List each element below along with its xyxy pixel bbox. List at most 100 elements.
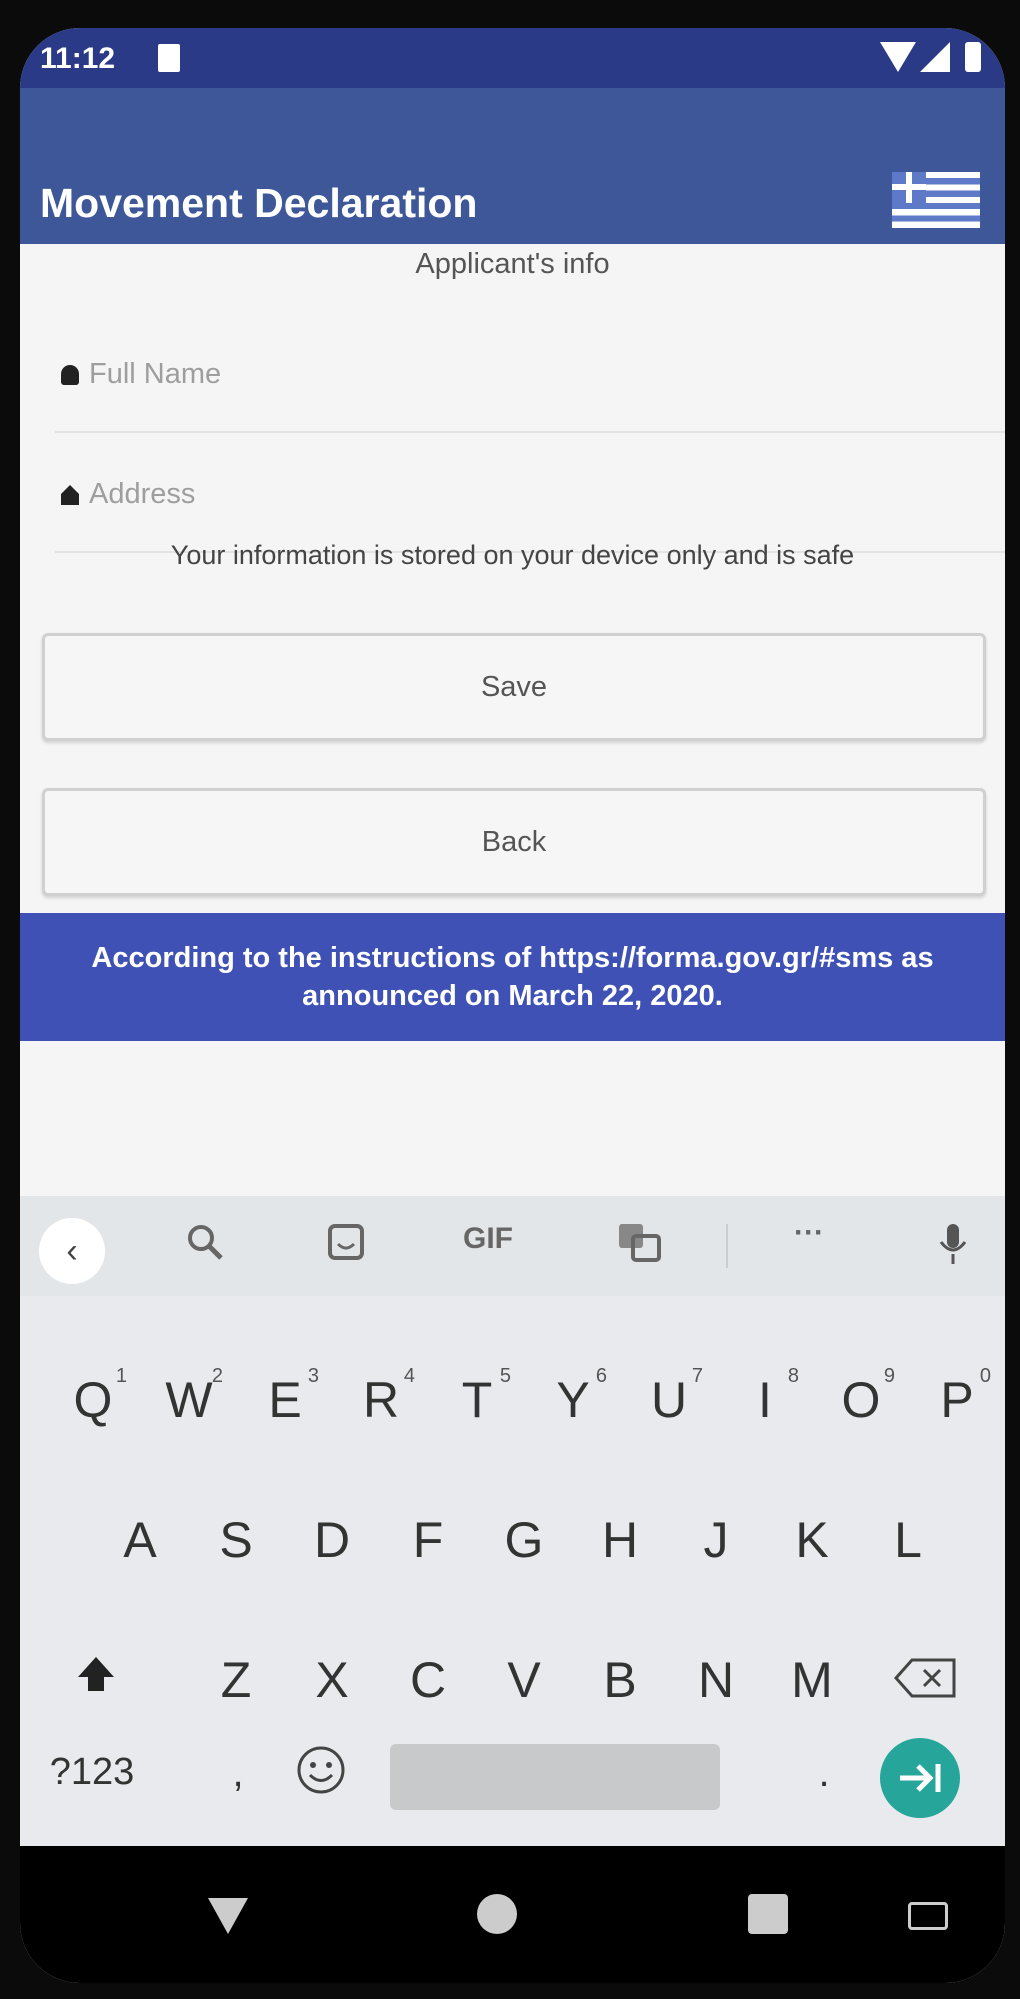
address-field[interactable] — [55, 433, 1005, 553]
key-d[interactable]: D — [296, 1511, 368, 1569]
key-y[interactable]: Y6 — [537, 1365, 609, 1429]
key-number-hint: 6 — [595, 1365, 607, 1387]
key-label: K — [795, 1512, 829, 1568]
address-input[interactable] — [87, 471, 971, 517]
key-w[interactable]: W2 — [153, 1365, 225, 1429]
app-bar: Movement Declaration — [20, 88, 1005, 244]
key-number-hint: 2 — [211, 1365, 223, 1387]
key-label: V — [507, 1652, 541, 1708]
navigation-bar — [20, 1846, 1005, 1983]
key-label: R — [362, 1372, 400, 1428]
key-number-hint: 3 — [307, 1365, 319, 1387]
full-name-input[interactable] — [87, 351, 971, 397]
key-g[interactable]: G — [488, 1511, 560, 1569]
key-t[interactable]: T5 — [441, 1365, 513, 1429]
key-u[interactable]: U7 — [633, 1365, 705, 1429]
key-label: E — [268, 1372, 302, 1428]
period-key[interactable]: . — [788, 1751, 860, 1796]
signal-icon — [920, 42, 950, 72]
microphone-icon[interactable] — [938, 1222, 968, 1274]
key-j[interactable]: J — [680, 1511, 752, 1569]
key-label: D — [313, 1512, 351, 1568]
key-h[interactable]: H — [584, 1511, 656, 1569]
key-label: Q — [73, 1372, 113, 1428]
key-number-hint: 5 — [499, 1365, 511, 1387]
key-b[interactable]: B — [584, 1651, 656, 1709]
key-number-hint: 4 — [403, 1365, 415, 1387]
key-label: O — [841, 1372, 881, 1428]
key-label: Z — [220, 1652, 252, 1708]
key-label: Y — [556, 1372, 590, 1428]
key-label: S — [219, 1512, 253, 1568]
recents-nav-icon[interactable] — [748, 1894, 788, 1934]
key-k[interactable]: K — [776, 1511, 848, 1569]
chevron-left-icon[interactable]: ‹ — [39, 1218, 105, 1284]
translate-icon[interactable] — [617, 1222, 661, 1270]
keyboard: ‹ GIF ··· Q1W2E3R4T5Y6U7I8O9P0 ASDFGHJKL… — [20, 1196, 1005, 1846]
section-title: Applicant's info — [415, 248, 610, 280]
save-button[interactable]: Save — [42, 633, 986, 741]
key-label: M — [791, 1652, 833, 1708]
banner-text: According to the instructions of https:/… — [91, 942, 934, 1012]
keyboard-switch-icon[interactable] — [908, 1902, 948, 1930]
key-label: W — [165, 1372, 213, 1428]
home-nav-icon[interactable] — [477, 1894, 517, 1934]
key-v[interactable]: V — [488, 1651, 560, 1709]
app-title: Movement Declaration — [40, 180, 478, 226]
battery-icon — [965, 42, 981, 72]
key-label: H — [601, 1512, 639, 1568]
key-e[interactable]: E3 — [249, 1365, 321, 1429]
sticker-icon[interactable] — [326, 1222, 366, 1270]
comma-key[interactable]: , — [202, 1751, 274, 1796]
symbols-key[interactable]: ?123 — [42, 1751, 142, 1794]
key-p[interactable]: P0 — [921, 1365, 993, 1429]
key-number-hint: 0 — [979, 1365, 991, 1387]
key-z[interactable]: Z — [200, 1651, 272, 1709]
key-number-hint: 9 — [883, 1365, 895, 1387]
key-number-hint: 7 — [691, 1365, 703, 1387]
gif-button[interactable]: GIF — [463, 1222, 513, 1256]
key-i[interactable]: I8 — [729, 1365, 801, 1429]
greek-flag-icon[interactable] — [892, 172, 980, 228]
key-label: C — [409, 1652, 447, 1708]
key-label: G — [504, 1512, 544, 1568]
home-icon — [61, 485, 79, 505]
key-x[interactable]: X — [296, 1651, 368, 1709]
sd-card-icon — [158, 44, 180, 72]
key-n[interactable]: N — [680, 1651, 752, 1709]
key-l[interactable]: L — [872, 1511, 944, 1569]
key-label: T — [461, 1372, 493, 1428]
person-icon — [61, 365, 79, 385]
back-button[interactable]: Back — [42, 788, 986, 896]
key-number-hint: 1 — [115, 1365, 127, 1387]
back-nav-icon[interactable] — [208, 1898, 248, 1934]
key-f[interactable]: F — [392, 1511, 464, 1569]
space-bar[interactable] — [390, 1744, 720, 1810]
key-label: A — [123, 1512, 157, 1568]
more-options-icon[interactable]: ··· — [794, 1216, 824, 1250]
shift-key[interactable] — [60, 1651, 132, 1709]
key-s[interactable]: S — [200, 1511, 272, 1569]
enter-key[interactable] — [880, 1738, 960, 1818]
search-icon[interactable] — [185, 1222, 225, 1270]
key-a[interactable]: A — [104, 1511, 176, 1569]
key-label: U — [650, 1372, 688, 1428]
backspace-key[interactable] — [890, 1654, 962, 1712]
keyboard-toolbar: ‹ GIF ··· — [20, 1196, 1005, 1296]
info-banner: According to the instructions of https:/… — [20, 913, 1005, 1041]
key-label: I — [758, 1372, 772, 1428]
toolbar-separator — [726, 1224, 728, 1268]
key-label: X — [315, 1652, 349, 1708]
key-m[interactable]: M — [776, 1651, 848, 1709]
key-number-hint: 8 — [787, 1365, 799, 1387]
key-r[interactable]: R4 — [345, 1365, 417, 1429]
full-name-field[interactable] — [55, 313, 1005, 433]
key-label: J — [703, 1512, 729, 1568]
key-c[interactable]: C — [392, 1651, 464, 1709]
key-q[interactable]: Q1 — [57, 1365, 129, 1429]
key-o[interactable]: O9 — [825, 1365, 897, 1429]
status-bar: 11:12 — [20, 28, 1005, 88]
emoji-icon[interactable] — [285, 1744, 357, 1808]
key-label: B — [603, 1652, 637, 1708]
privacy-note: Your information is stored on your devic… — [170, 540, 855, 570]
